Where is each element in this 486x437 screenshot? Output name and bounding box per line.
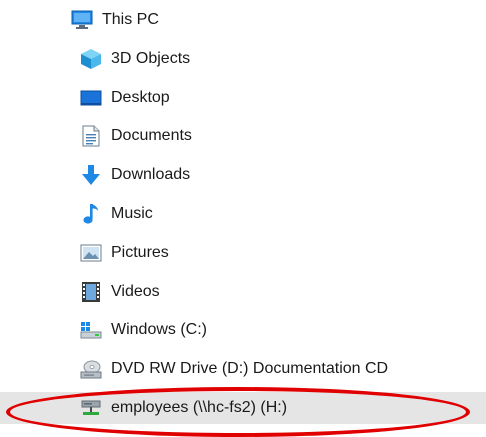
navigation-tree: This PC 3D Objects Desktop Documents Dow… [0, 0, 486, 437]
music-icon [79, 202, 103, 226]
tree-item-dvd-drive-d[interactable]: DVD RW Drive (D:) Documentation CD [79, 353, 388, 385]
windows-drive-icon [79, 318, 103, 342]
tree-item-label: This PC [102, 11, 159, 28]
desktop-icon [79, 86, 103, 110]
network-drive-icon [79, 396, 103, 420]
tree-item-label: Pictures [111, 244, 169, 261]
tree-item-desktop[interactable]: Desktop [79, 82, 170, 114]
tree-item-downloads[interactable]: Downloads [79, 159, 190, 191]
tree-item-label: Windows (C:) [111, 321, 208, 338]
tree-item-pictures[interactable]: Pictures [79, 237, 169, 269]
tree-item-label: 3D Objects [111, 50, 191, 67]
pictures-icon [79, 241, 103, 265]
this-pc-icon [70, 8, 94, 32]
tree-item-employees-h[interactable]: employees (\\hc-fs2) (H:) [0, 392, 486, 424]
3d-objects-icon [79, 47, 103, 71]
tree-item-label: DVD RW Drive (D:) Documentation CD [111, 360, 389, 377]
tree-item-this-pc[interactable]: This PC [70, 4, 159, 36]
tree-item-label: Desktop [111, 89, 170, 106]
downloads-icon [79, 163, 103, 187]
tree-item-label: Documents [111, 127, 192, 144]
dvd-drive-icon [79, 357, 103, 381]
tree-item-windows-c[interactable]: Windows (C:) [79, 314, 207, 346]
tree-item-documents[interactable]: Documents [79, 120, 192, 152]
documents-icon [79, 124, 103, 148]
tree-item-label: Videos [111, 283, 160, 300]
tree-item-label: employees (\\hc-fs2) (H:) [111, 399, 288, 416]
tree-item-label: Downloads [111, 166, 191, 183]
tree-item-label: Music [111, 205, 153, 222]
tree-item-music[interactable]: Music [79, 198, 153, 230]
videos-icon [79, 280, 103, 304]
tree-item-3d-objects[interactable]: 3D Objects [79, 43, 190, 75]
tree-item-videos[interactable]: Videos [79, 276, 160, 308]
